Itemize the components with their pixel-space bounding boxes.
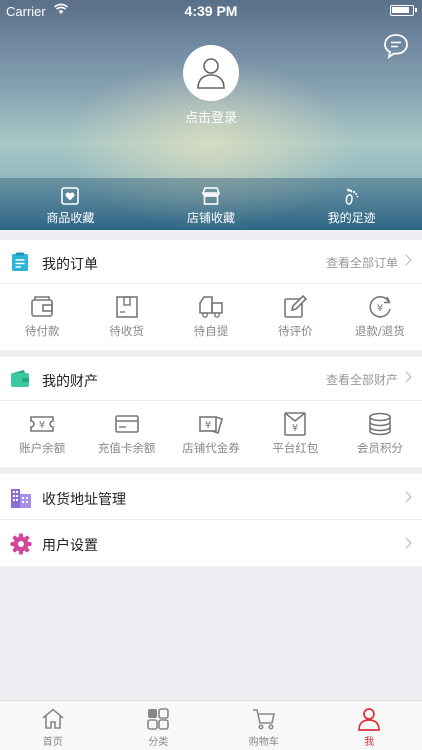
quick-item-label: 商品收藏 <box>46 211 95 225</box>
asset-account-balance[interactable]: ¥ 账户余额 <box>0 401 84 467</box>
truck-icon <box>199 296 223 318</box>
tab-label: 购物车 <box>248 737 279 748</box>
clipboard-icon <box>12 252 28 271</box>
footprint-icon <box>345 188 359 205</box>
asset-label: 平台红包 <box>272 441 319 455</box>
home-icon <box>42 708 64 729</box>
avatar[interactable] <box>183 45 239 101</box>
wallet-icon <box>31 296 54 317</box>
ticket-icon: ¥ <box>30 416 55 432</box>
quick-item-footprint[interactable]: 我的足迹 <box>281 178 422 230</box>
assets-header[interactable]: 我的财产 查看全部财产 <box>0 357 422 401</box>
order-refund[interactable]: ¥ 退款/退货 <box>338 284 422 350</box>
package-icon <box>115 296 138 318</box>
asset-store-voucher[interactable]: ¥ 店铺代金券 <box>169 401 253 467</box>
order-label: 退款/退货 <box>354 324 405 338</box>
orders-title: 我的订单 <box>42 257 98 273</box>
cart-icon <box>252 709 275 730</box>
order-pending-review[interactable]: 待评价 <box>253 284 337 350</box>
edit-icon <box>284 294 308 318</box>
address-management-label: 收货地址管理 <box>42 492 126 508</box>
red-packet-icon: ¥ <box>284 412 307 436</box>
asset-red-packet[interactable]: ¥ 平台红包 <box>253 401 337 467</box>
tab-label: 首页 <box>42 737 63 748</box>
address-management-row[interactable]: 收货地址管理 <box>0 474 422 520</box>
asset-label: 账户余额 <box>19 441 66 455</box>
orders-header[interactable]: 我的订单 查看全部订单 <box>0 240 422 284</box>
asset-member-points[interactable]: 会员积分 <box>338 401 422 467</box>
quick-links-bar: 商品收藏 店铺收藏 我的足迹 <box>0 178 422 230</box>
user-icon <box>197 58 225 89</box>
quick-item-favorite-goods[interactable]: 商品收藏 <box>0 178 141 230</box>
quick-item-label: 我的足迹 <box>327 211 376 225</box>
building-icon <box>11 489 31 508</box>
order-pending-payment[interactable]: 待付款 <box>0 284 84 350</box>
user-settings-row[interactable]: 用户设置 <box>0 520 422 566</box>
user-settings-label: 用户设置 <box>42 538 98 554</box>
quick-item-favorite-stores[interactable]: 店铺收藏 <box>141 178 282 230</box>
grid-icon <box>147 708 170 730</box>
assets-title: 我的财产 <box>42 374 98 390</box>
store-icon <box>201 187 221 205</box>
asset-label: 充值卡余额 <box>97 441 156 455</box>
tab-me[interactable]: 我 <box>317 701 422 750</box>
order-label: 待付款 <box>24 324 60 338</box>
tab-label: 我 <box>364 737 375 748</box>
clock: 4:39 PM <box>184 3 238 19</box>
order-label: 待自提 <box>193 324 229 338</box>
asset-label: 会员积分 <box>356 441 403 455</box>
gear-icon <box>10 533 32 555</box>
order-pending-pickup[interactable]: 待自提 <box>169 284 253 350</box>
assets-section: 我的财产 查看全部财产 ¥ 账户余额 充值卡余额 ¥ 店铺代金券 ¥ 平台红包 … <box>0 357 422 467</box>
login-link[interactable]: 点击登录 <box>0 107 422 126</box>
battery-icon <box>390 5 417 16</box>
svg-text:¥: ¥ <box>205 420 211 431</box>
wallet-icon <box>11 370 29 387</box>
orders-grid: 待付款 待收货 待自提 待评价 ¥ 退款/退货 <box>0 284 422 350</box>
coins-icon <box>369 412 391 436</box>
tab-home[interactable]: 首页 <box>0 701 106 750</box>
asset-card-balance[interactable]: 充值卡余额 <box>84 401 168 467</box>
profile-header: Carrier 4:39 PM 点击登录 商品收藏 店铺收藏 我的足迹 <box>0 0 422 230</box>
voucher-icon: ¥ <box>199 416 223 435</box>
order-label: 待收货 <box>109 324 144 338</box>
order-pending-receipt[interactable]: 待收货 <box>84 284 168 350</box>
asset-label: 店铺代金券 <box>182 441 240 455</box>
message-icon[interactable] <box>382 32 410 60</box>
chevron-right-icon <box>400 371 412 383</box>
quick-item-label: 店铺收藏 <box>187 211 236 225</box>
settings-list: 收货地址管理 用户设置 <box>0 474 422 566</box>
credit-card-icon <box>114 415 139 433</box>
orders-section: 我的订单 查看全部订单 待付款 待收货 待自提 待评价 ¥ 退款/退货 <box>0 240 422 350</box>
tab-label: 分类 <box>148 737 169 748</box>
tab-bar: 首页 分类 购物车 我 <box>0 700 422 750</box>
user-icon <box>358 708 381 731</box>
tab-cart[interactable]: 购物车 <box>211 701 317 750</box>
orders-view-all[interactable]: 查看全部订单 <box>326 254 398 271</box>
refund-icon: ¥ <box>369 296 391 318</box>
order-label: 待评价 <box>278 324 313 338</box>
svg-text:¥: ¥ <box>39 420 45 431</box>
svg-text:¥: ¥ <box>377 303 383 314</box>
heart-box-icon <box>61 187 80 205</box>
assets-view-all[interactable]: 查看全部财产 <box>326 371 398 388</box>
chevron-right-icon <box>400 491 412 503</box>
chevron-right-icon <box>400 537 412 549</box>
assets-grid: ¥ 账户余额 充值卡余额 ¥ 店铺代金券 ¥ 平台红包 会员积分 <box>0 401 422 467</box>
svg-text:¥: ¥ <box>292 423 298 434</box>
chevron-right-icon <box>400 254 412 266</box>
tab-category[interactable]: 分类 <box>106 701 212 750</box>
status-bar: Carrier 4:39 PM <box>0 0 422 22</box>
